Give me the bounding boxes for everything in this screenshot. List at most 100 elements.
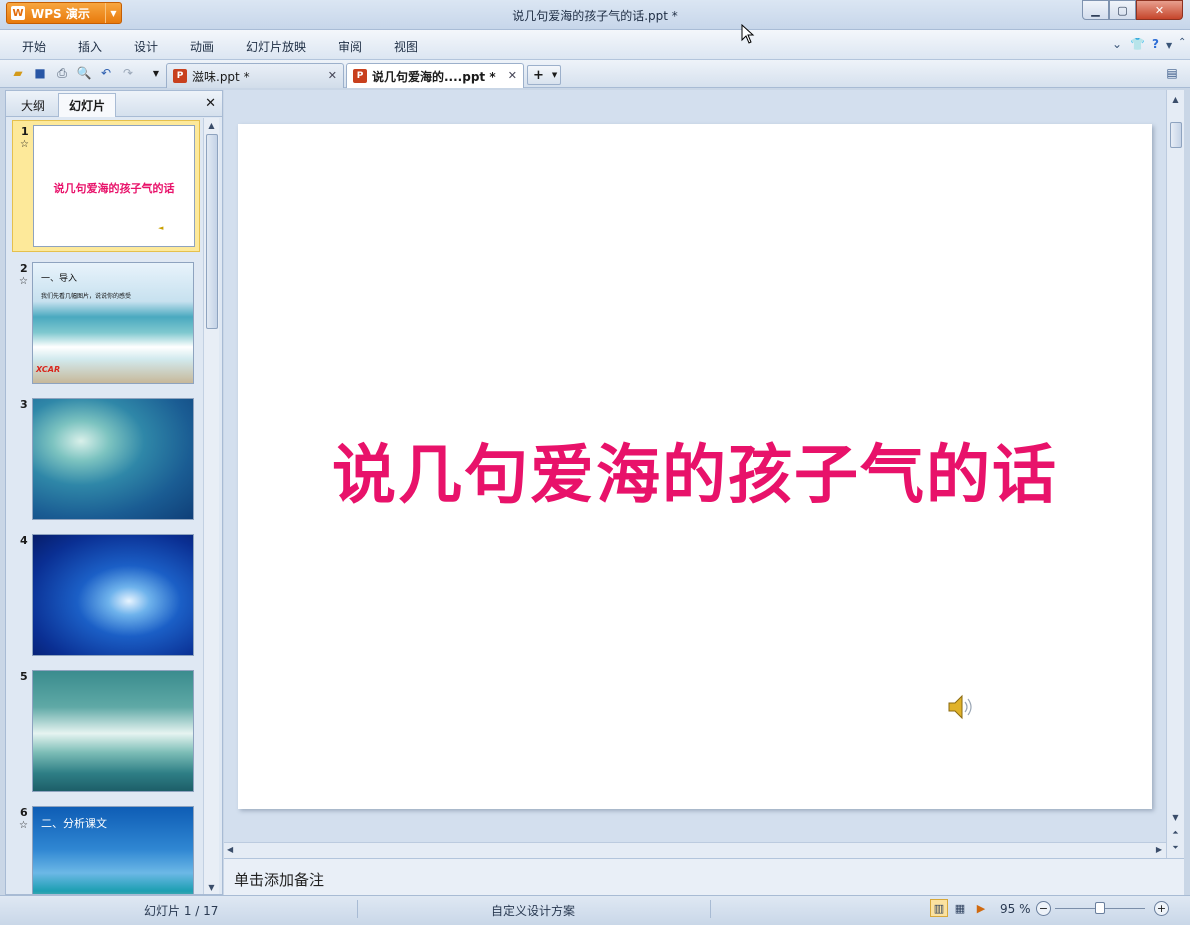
customize-toolbar-icon[interactable]: ▼ <box>148 65 164 81</box>
close-panel-icon[interactable]: ✕ <box>205 96 216 111</box>
animation-star-icon: ☆ <box>19 820 28 831</box>
close-tab-icon[interactable]: ✕ <box>328 69 337 82</box>
tab-outline[interactable]: 大纲 <box>10 93 56 117</box>
tab-label: 说几句爱海的....ppt * <box>372 69 496 84</box>
collapse-ribbon-icon[interactable]: ⌄ <box>1112 37 1122 51</box>
slideshow-icon[interactable]: ▶ <box>972 899 990 917</box>
design-scheme: 自定义设计方案 <box>491 904 576 918</box>
slide-counter: 幻灯片 1 / 17 <box>144 904 219 918</box>
open-folder-icon[interactable]: ▰ <box>10 65 26 81</box>
menu-view[interactable]: 视图 <box>394 38 418 55</box>
panel-tabs: 大纲 幻灯片 ✕ <box>6 91 222 117</box>
scrollbar-thumb[interactable] <box>206 134 218 329</box>
slide-editor: 说几句爱海的孩子气的话 ▲ ▼ ⏶ ⏷ ◀ ▶ <box>224 90 1184 858</box>
slide-6-preview: 二、分析课文 <box>32 806 194 894</box>
tab-document-1[interactable]: P 滋味.ppt * ✕ <box>166 63 344 88</box>
animation-star-icon: ☆ <box>20 139 29 150</box>
tab-slides[interactable]: 幻灯片 <box>58 93 116 117</box>
print-icon[interactable]: ⎙ <box>54 65 70 81</box>
divider <box>710 900 711 918</box>
slide-5-preview <box>32 670 194 792</box>
slide-1-preview: 说几句爱海的孩子气的话 ◄ <box>33 125 195 247</box>
scrollbar-thumb[interactable] <box>1170 122 1182 148</box>
speaker-icon[interactable] <box>946 692 976 722</box>
close-window-button[interactable]: ✕ <box>1136 0 1183 20</box>
slide-number: 2 <box>20 262 28 275</box>
slides-panel: 大纲 幻灯片 ✕ 1 ☆ 说几句爱海的孩子气的话 ◄ 2 ☆ 一、导入 我们先看… <box>5 90 223 895</box>
undo-icon[interactable]: ↶ <box>98 65 114 81</box>
menu-home[interactable]: 开始 <box>22 38 46 55</box>
scroll-down-icon[interactable]: ▼ <box>204 880 219 894</box>
ribbon-menu-bar: 开始 插入 设计 动画 幻灯片放映 审阅 视图 ⌄ 👕 ? ▼ ⌃ <box>0 30 1190 60</box>
thumb-bullet: 我们先看几幅图片，说说你的感受 <box>41 293 132 300</box>
window-title: 说几句爱海的孩子气的话.ppt * <box>512 9 678 23</box>
slide-thumbnail-list: 1 ☆ 说几句爱海的孩子气的话 ◄ 2 ☆ 一、导入 我们先看几幅图片，说说你的… <box>6 118 202 894</box>
menu-review[interactable]: 审阅 <box>338 38 362 55</box>
skin-icon[interactable]: 👕 <box>1130 37 1145 51</box>
thumb-watermark: XCAR <box>36 365 61 374</box>
slide-2-preview: 一、导入 我们先看几幅图片，说说你的感受 XCAR <box>32 262 194 384</box>
slide-thumbnail-5[interactable]: 5 <box>12 666 200 796</box>
help-icon[interactable]: ? <box>1152 37 1159 51</box>
slide-canvas[interactable]: 说几句爱海的孩子气的话 <box>238 124 1152 809</box>
print-preview-icon[interactable]: 🔍 <box>76 65 92 81</box>
mouse-cursor-icon <box>741 24 755 44</box>
slide-thumbnail-6[interactable]: 6 ☆ 二、分析课文 <box>12 802 200 894</box>
help-dropdown-icon[interactable]: ▼ <box>1166 41 1172 50</box>
scroll-left-icon[interactable]: ◀ <box>227 845 233 854</box>
ppt-file-icon: P <box>173 69 187 83</box>
scroll-up-icon[interactable]: ▲ <box>1168 92 1183 106</box>
plus-icon: + <box>533 67 544 83</box>
divider <box>357 900 358 918</box>
status-bar: 幻灯片 1 / 17 自定义设计方案 ▥ ▦ ▶ 95 % − + <box>0 895 1190 925</box>
slide-number: 5 <box>20 670 28 683</box>
save-icon[interactable]: ■ <box>32 65 48 81</box>
zoom-in-icon[interactable]: + <box>1154 901 1169 916</box>
speaker-icon: ◄ <box>158 224 164 232</box>
tab-list-icon[interactable]: ▤ <box>1164 65 1180 81</box>
notes-placeholder[interactable]: 单击添加备注 <box>234 869 324 890</box>
animation-star-icon: ☆ <box>19 276 28 287</box>
thumbnail-scrollbar[interactable]: ▲ ▼ <box>203 118 219 894</box>
slide-sorter-icon[interactable]: ▦ <box>951 899 969 917</box>
menu-animation[interactable]: 动画 <box>190 38 214 55</box>
quick-access-toolbar: ▰ ■ ⎙ 🔍 ↶ ↷ ▼ P 滋味.ppt * ✕ P 说几句爱海的....p… <box>0 60 1190 88</box>
slide-number: 3 <box>20 398 28 411</box>
scroll-down-icon[interactable]: ▼ <box>1168 810 1183 824</box>
new-tab-button[interactable]: + ▼ <box>527 65 561 85</box>
slide-title[interactable]: 说几句爱海的孩子气的话 <box>238 424 1152 516</box>
scroll-up-icon[interactable]: ▲ <box>204 118 219 132</box>
next-slide-icon[interactable]: ⏷ <box>1168 841 1183 855</box>
zoom-out-icon[interactable]: − <box>1036 901 1051 916</box>
ppt-file-icon: P <box>353 69 367 83</box>
thumb-heading: 二、分析课文 <box>41 817 107 830</box>
slide-thumbnail-1[interactable]: 1 ☆ 说几句爱海的孩子气的话 ◄ <box>12 120 200 252</box>
editor-vertical-scrollbar[interactable]: ▲ ▼ ⏶ ⏷ <box>1166 90 1184 858</box>
more-icon[interactable]: ⌃ <box>1178 37 1186 48</box>
scroll-right-icon[interactable]: ▶ <box>1156 845 1162 854</box>
tab-document-2[interactable]: P 说几句爱海的....ppt * ✕ <box>346 63 524 88</box>
slide-number: 6 <box>20 806 28 819</box>
normal-view-icon[interactable]: ▥ <box>930 899 948 917</box>
close-tab-icon[interactable]: ✕ <box>508 69 517 82</box>
menu-design[interactable]: 设计 <box>134 38 158 55</box>
minimize-button[interactable]: ▁ <box>1082 0 1109 20</box>
notes-pane[interactable]: 单击添加备注 <box>224 858 1184 895</box>
slide-3-preview <box>32 398 194 520</box>
title-bar: W WPS 演示 ▼ 说几句爱海的孩子气的话.ppt * ▁ ▢ ✕ <box>0 0 1190 30</box>
zoom-level: 95 % <box>1000 902 1031 916</box>
maximize-button[interactable]: ▢ <box>1109 0 1136 20</box>
slide-thumbnail-3[interactable]: 3 <box>12 394 200 524</box>
previous-slide-icon[interactable]: ⏶ <box>1168 826 1183 840</box>
slide-number: 4 <box>20 534 28 547</box>
slide-thumbnail-2[interactable]: 2 ☆ 一、导入 我们先看几幅图片，说说你的感受 XCAR <box>12 258 200 388</box>
menu-slideshow[interactable]: 幻灯片放映 <box>246 38 306 55</box>
tab-label: 滋味.ppt * <box>192 69 250 84</box>
zoom-slider-handle[interactable] <box>1095 902 1105 914</box>
slide-thumbnail-4[interactable]: 4 <box>12 530 200 660</box>
editor-horizontal-scrollbar[interactable]: ◀ ▶ <box>224 842 1166 858</box>
thumb-title: 说几句爱海的孩子气的话 <box>53 182 175 195</box>
menu-insert[interactable]: 插入 <box>78 38 102 55</box>
thumb-heading: 一、导入 <box>41 274 78 284</box>
redo-icon[interactable]: ↷ <box>120 65 136 81</box>
